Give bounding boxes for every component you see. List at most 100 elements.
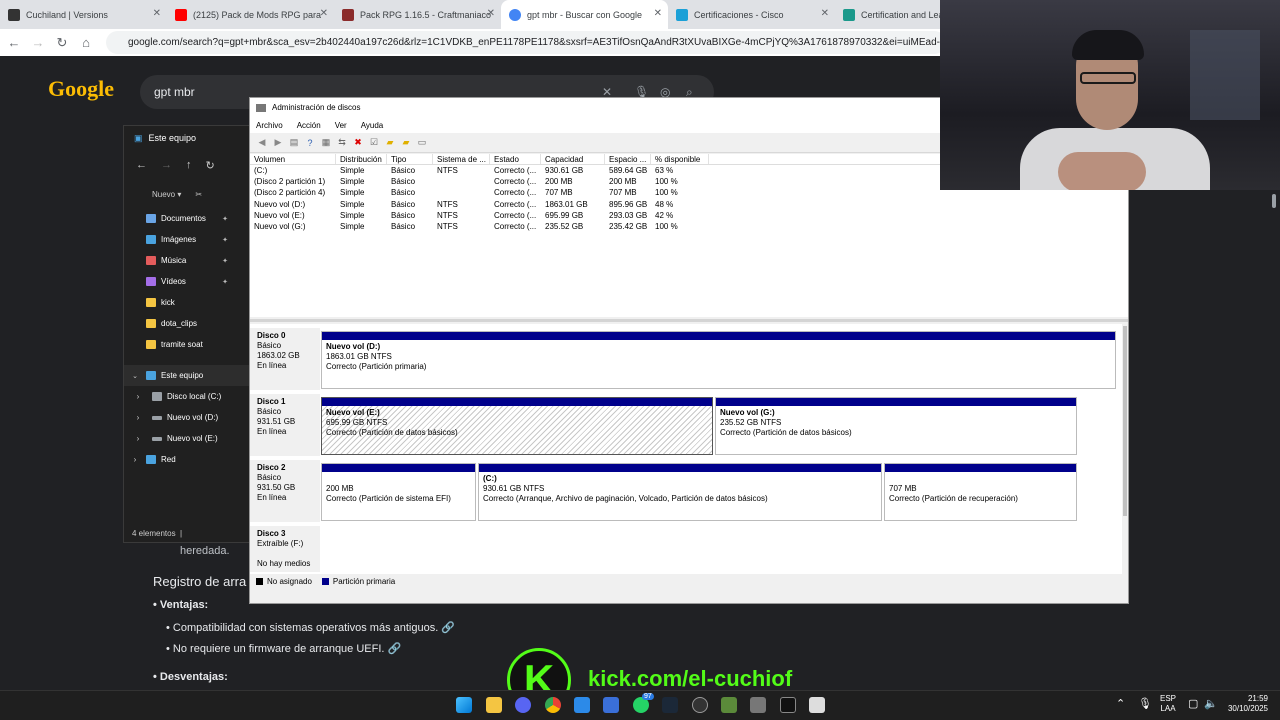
- menu-accion[interactable]: Acción: [297, 121, 321, 130]
- chevron-right-icon[interactable]: ›: [124, 434, 152, 443]
- tree-item-network[interactable]: › Red: [124, 449, 252, 470]
- folder-icon[interactable]: ▰: [384, 137, 396, 149]
- folder-item[interactable]: kick: [146, 292, 252, 313]
- volume-row[interactable]: Nuevo vol (E:) Simple Básico NTFS Correcto (…: [250, 210, 1128, 221]
- cell: Simple: [340, 188, 365, 198]
- quick-access-item[interactable]: Vídeos ✦: [146, 271, 252, 292]
- chevron-right-icon[interactable]: ›: [124, 392, 152, 401]
- file-explorer-icon[interactable]: [486, 697, 502, 713]
- home-icon[interactable]: ⌂: [74, 35, 98, 50]
- chevron-right-icon[interactable]: ›: [124, 455, 146, 464]
- menu-archivo[interactable]: Archivo: [256, 121, 283, 130]
- chrome-icon[interactable]: [545, 697, 561, 713]
- terminal-icon[interactable]: [780, 697, 796, 713]
- folder-search-icon[interactable]: ▰: [400, 137, 412, 149]
- chevron-up-icon[interactable]: ⌃: [1116, 697, 1125, 710]
- cell: 235.52 GB: [545, 222, 584, 232]
- obs-icon[interactable]: [692, 697, 708, 713]
- volume-row[interactable]: Nuevo vol (G:) Simple Básico NTFS Correcto (…: [250, 221, 1128, 232]
- cut-icon[interactable]: ✂: [195, 190, 202, 199]
- folder-item[interactable]: tramite soat: [146, 334, 252, 355]
- column-header[interactable]: Espacio ...: [605, 154, 651, 164]
- discord-icon[interactable]: [515, 697, 531, 713]
- disk-label[interactable]: Disco 3 Extraíble (F:) No hay medios: [250, 526, 320, 572]
- console-tree-icon[interactable]: ▤: [288, 137, 300, 149]
- steam-icon[interactable]: [662, 697, 678, 713]
- tab-close-icon[interactable]: ✕: [153, 8, 161, 19]
- quick-access-item[interactable]: Música ✦: [146, 250, 252, 271]
- disk-label[interactable]: Disco 0 Básico 1863.02 GB En línea: [250, 328, 320, 390]
- forward-arrow-icon[interactable]: →: [161, 159, 172, 171]
- browser-tab[interactable]: Pack RPG 1.16.5 - Craftmaniaco ✕: [334, 0, 501, 29]
- tab-close-icon[interactable]: ✕: [487, 8, 495, 19]
- back-arrow-icon[interactable]: ◀: [256, 137, 268, 149]
- tree-item-drive[interactable]: › Nuevo vol (D:): [124, 407, 252, 428]
- page-scrollbar[interactable]: [1271, 190, 1277, 690]
- reload-icon[interactable]: ↻: [50, 35, 74, 51]
- disk-label[interactable]: Disco 1 Básico 931.51 GB En línea: [250, 394, 320, 456]
- menu-ver[interactable]: Ver: [335, 121, 347, 130]
- forward-arrow-icon[interactable]: ▶: [272, 137, 284, 149]
- tab-close-icon[interactable]: ✕: [320, 8, 328, 19]
- minecraft-icon[interactable]: [721, 697, 737, 713]
- up-arrow-icon[interactable]: ↑: [186, 159, 192, 171]
- browser-tab[interactable]: Cuchiland | Versions ✕: [0, 0, 167, 29]
- column-header[interactable]: Volumen: [250, 154, 336, 164]
- column-header[interactable]: % disponible: [651, 154, 709, 164]
- partition[interactable]: 200 MB Correcto (Partición de sistema EFI…: [321, 463, 476, 521]
- folder-item[interactable]: dota_clips: [146, 313, 252, 334]
- google-doodle-logo[interactable]: Google: [48, 76, 114, 102]
- address-bar[interactable]: google.com/search?q=gpt+mbr&sca_esv=2b40…: [106, 31, 946, 54]
- back-arrow-icon[interactable]: ←: [136, 159, 147, 171]
- disk-label[interactable]: Disco 2 Básico 931.50 GB En línea: [250, 460, 320, 522]
- column-header[interactable]: Tipo: [387, 154, 433, 164]
- column-header[interactable]: Distribución: [336, 154, 387, 164]
- partition[interactable]: Nuevo vol (G:) 235.52 GB NTFS Correcto (Pa…: [715, 397, 1077, 455]
- partition-selected[interactable]: Nuevo vol (E:) 695.99 GB NTFS Correcto (Pa…: [321, 397, 713, 455]
- chevron-right-icon[interactable]: ›: [124, 413, 152, 422]
- browser-tab[interactable]: (2125) Pack de Mods RPG para ✕: [167, 0, 334, 29]
- graphical-view-scrollbar[interactable]: [1122, 324, 1128, 574]
- volume-row[interactable]: Nuevo vol (D:) Simple Básico NTFS Correcto (…: [250, 199, 1128, 210]
- microphone-icon[interactable]: 🎙: [1138, 697, 1152, 710]
- connect-icon[interactable]: ⇆: [336, 137, 348, 149]
- tab-close-icon[interactable]: ✕: [821, 8, 829, 19]
- tab-close-icon[interactable]: ✕: [654, 8, 662, 19]
- videos-icon: [146, 277, 156, 286]
- vscode-icon[interactable]: [574, 697, 590, 713]
- quick-access-item[interactable]: Documentos ✦: [146, 208, 252, 229]
- check-icon[interactable]: ☑: [368, 137, 380, 149]
- properties-icon[interactable]: ▦: [320, 137, 332, 149]
- column-header[interactable]: Sistema de ...: [433, 154, 490, 164]
- windows-start-icon[interactable]: [456, 697, 472, 713]
- disk-management-icon[interactable]: [750, 697, 766, 713]
- tree-item-this-pc[interactable]: ⌄ Este equipo: [124, 365, 252, 386]
- new-button[interactable]: Nuevo ▾: [152, 190, 181, 199]
- chevron-down-icon[interactable]: ⌄: [124, 372, 146, 380]
- tree-item-drive[interactable]: › Nuevo vol (E:): [124, 428, 252, 449]
- browser-tab-active[interactable]: gpt mbr - Buscar con Google ✕: [501, 0, 668, 29]
- browser-tab[interactable]: Certificaciones - Cisco ✕: [668, 0, 835, 29]
- cell: 895.96 GB: [609, 199, 648, 209]
- language-indicator[interactable]: ESP LAA: [1160, 694, 1176, 714]
- tree-item-drive[interactable]: › Disco local (C:): [124, 386, 252, 407]
- clock[interactable]: 21:59 30/10/2025: [1222, 694, 1268, 714]
- forward-arrow-icon[interactable]: →: [26, 35, 50, 50]
- volume-icon[interactable]: 🔈: [1204, 697, 1218, 710]
- pane-splitter[interactable]: [250, 319, 1128, 322]
- column-header[interactable]: Capacidad: [541, 154, 605, 164]
- menu-ayuda[interactable]: Ayuda: [361, 121, 384, 130]
- help-icon[interactable]: ?: [304, 137, 316, 149]
- column-header[interactable]: Estado: [490, 154, 541, 164]
- back-arrow-icon[interactable]: ←: [2, 35, 26, 50]
- quick-access-item[interactable]: Imágenes ✦: [146, 229, 252, 250]
- window-icon[interactable]: [809, 697, 825, 713]
- app-icon[interactable]: [603, 697, 619, 713]
- partition[interactable]: (C:) 930.61 GB NTFS Correcto (Arranque, Ar…: [478, 463, 882, 521]
- partition[interactable]: Nuevo vol (D:) 1863.01 GB NTFS Correcto (P…: [321, 331, 1116, 389]
- view-icon[interactable]: ▭: [416, 137, 428, 149]
- refresh-icon[interactable]: ↻: [206, 159, 215, 172]
- delete-icon[interactable]: ✖: [352, 137, 364, 149]
- partition[interactable]: 707 MB Correcto (Partición de recuperació…: [884, 463, 1077, 521]
- network-icon[interactable]: ▢: [1188, 697, 1198, 710]
